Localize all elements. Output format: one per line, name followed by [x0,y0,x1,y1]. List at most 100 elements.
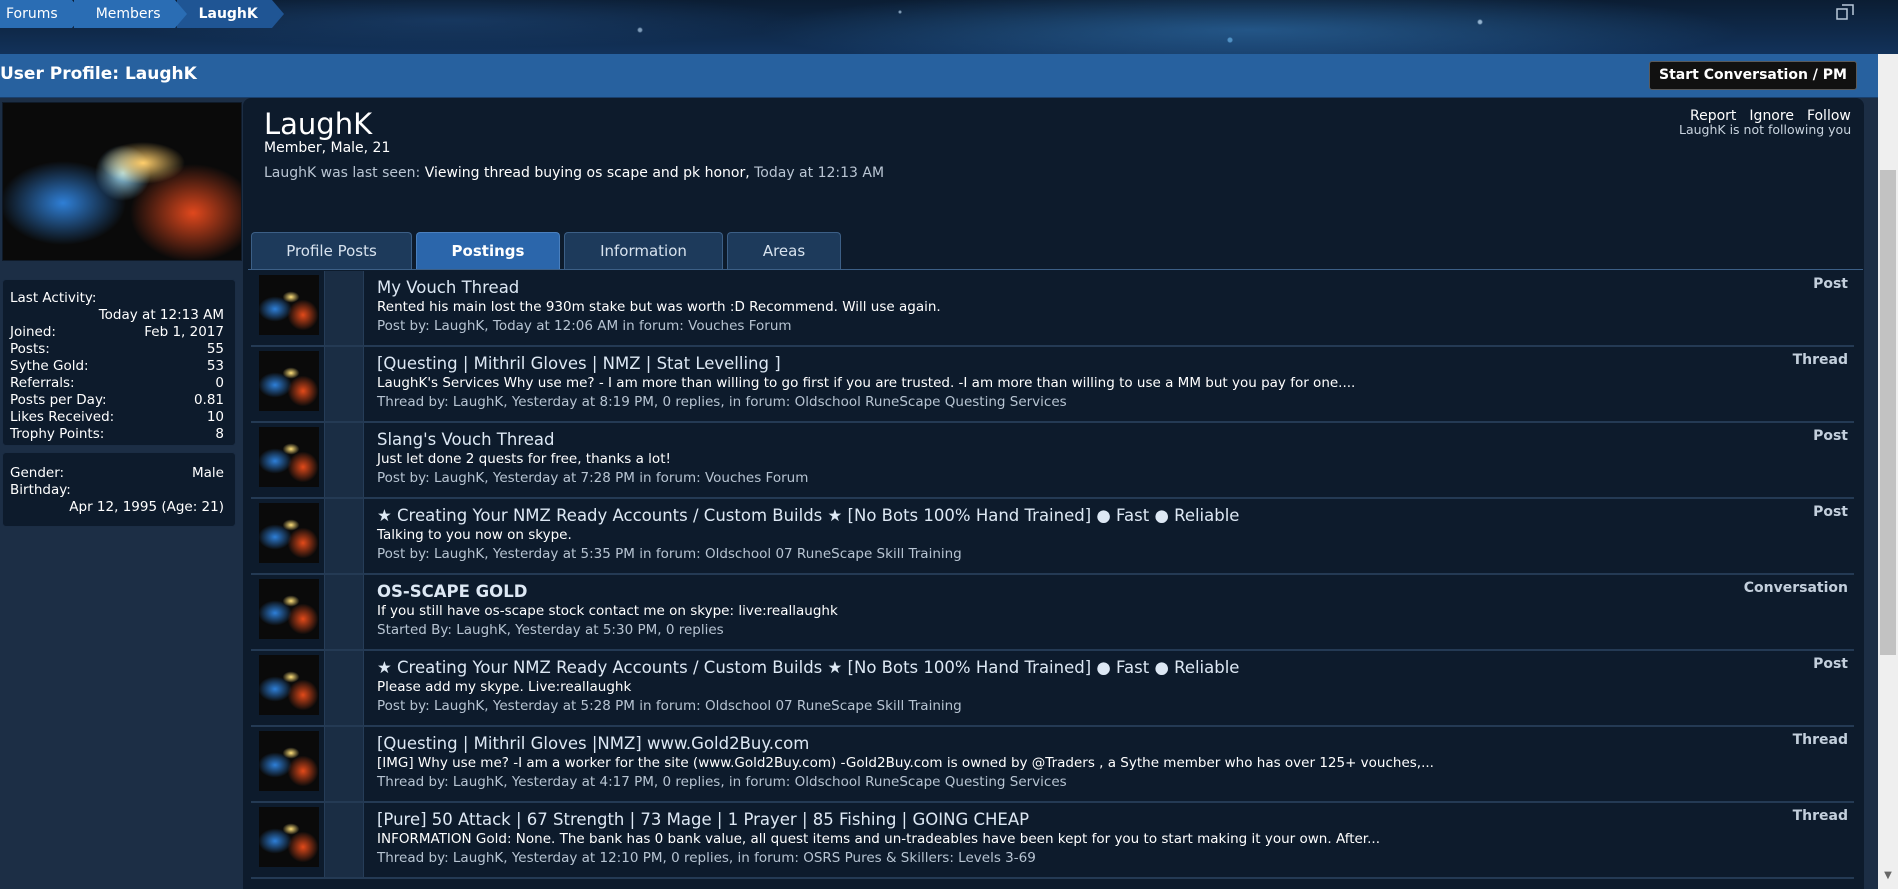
stat-value: 53 [206,358,224,374]
posting-snippet: Please add my skype. Live:reallaughk [377,679,632,695]
posting-title-link[interactable]: ★ Creating Your NMZ Ready Accounts / Cus… [377,506,1239,525]
stat-label: Posts: [10,341,50,357]
stat-row-likes-received: Likes Received: 10 [10,409,224,426]
avatar[interactable] [259,655,319,715]
posting-title-link[interactable]: [Questing | Mithril Gloves | NMZ | Stat … [377,354,781,373]
list-item[interactable]: [Pure] 50 Attack | 67 Strength | 73 Mage… [251,803,1854,879]
avatar[interactable] [259,731,319,791]
posting-title-link[interactable]: [Questing | Mithril Gloves |NMZ] www.Gol… [377,734,809,753]
avatar[interactable] [259,427,319,487]
list-item[interactable]: OS-SCAPE GOLD If you still have os-scape… [251,575,1854,651]
posting-title-link[interactable]: Slang's Vouch Thread [377,430,555,449]
page-title-bar: User Profile: LaughK [0,54,1878,98]
posting-title-link[interactable]: OS-SCAPE GOLD [377,582,527,601]
stat-value[interactable]: 55 [207,341,224,357]
posting-snippet: If you still have os-scape stock contact… [377,603,838,619]
posting-meta: Thread by: LaughK, Yesterday at 8:19 PM,… [377,394,1067,410]
breadcrumb-forums[interactable]: Forums [0,0,84,28]
info-row-birthday: Birthday: Apr 12, 1995 (Age: 21) [10,482,224,516]
info-value: Male [192,465,224,481]
stat-row-posts: Posts: 55 [10,341,224,358]
breadcrumb: Forums Members LaughK [0,0,284,28]
stat-label: Referrals: [10,375,75,391]
member-stats-panel: Last Activity: Today at 12:13 AM Joined:… [2,279,236,446]
stat-value: 0.81 [193,392,224,408]
posting-title-link[interactable]: [Pure] 50 Attack | 67 Strength | 73 Mage… [377,810,1029,829]
stat-label: Last Activity: [10,290,97,306]
posting-snippet: INFORMATION Gold: None. The bank has 0 b… [377,831,1380,847]
last-seen-action: Viewing thread [424,165,530,181]
info-row-gender: Gender: Male [10,465,224,482]
stat-label: Trophy Points: [10,426,105,442]
stat-row-joined: Joined: Feb 1, 2017 [10,324,224,341]
tab-divider [248,269,1863,270]
posting-type-label: Post [1813,656,1848,672]
member-info-panel: Gender: Male Birthday: Apr 12, 1995 (Age… [2,452,236,527]
list-item[interactable]: ★ Creating Your NMZ Ready Accounts / Cus… [251,499,1854,575]
list-item[interactable]: ★ Creating Your NMZ Ready Accounts / Cus… [251,651,1854,727]
profile-username: LaughK [264,107,373,141]
posting-meta: Post by: LaughK, Yesterday at 5:28 PM in… [377,698,962,714]
list-item[interactable]: [Questing | Mithril Gloves | NMZ | Stat … [251,347,1854,423]
last-seen-time: Today at 12:13 AM [754,165,885,181]
avatar[interactable] [259,579,319,639]
posting-type-label: Thread [1792,352,1848,368]
posting-type-label: Thread [1792,808,1848,824]
posting-type-label: Thread [1792,732,1848,748]
tab-profile-posts[interactable]: Profile Posts [251,232,412,270]
avatar[interactable] [259,351,319,411]
tab-postings[interactable]: Postings [416,232,560,270]
item-divider [324,575,364,649]
stat-row-trophy-points: Trophy Points: 8 [10,426,224,443]
item-divider [324,803,364,877]
tab-areas[interactable]: Areas [727,232,841,270]
tab-information[interactable]: Information [564,232,723,270]
scrollbar-thumb[interactable] [1880,170,1896,655]
posting-meta: Thread by: LaughK, Yesterday at 4:17 PM,… [377,774,1067,790]
stat-row-last-activity: Last Activity: Today at 12:13 AM [10,290,224,324]
item-divider [324,347,364,421]
list-item[interactable]: Slang's Vouch Thread Just let done 2 que… [251,423,1854,499]
breadcrumb-current[interactable]: LaughK [176,0,284,28]
scroll-down-icon[interactable]: ▼ [1878,866,1898,886]
breadcrumb-members[interactable]: Members [73,0,187,28]
stat-label: Likes Received: [10,409,115,425]
info-value: Apr 12, 1995 (Age: 21) [69,499,224,515]
stat-value[interactable]: 8 [215,426,224,442]
maximize-icon[interactable] [1836,4,1854,20]
stat-value: 10 [206,409,224,425]
avatar[interactable] [2,102,242,261]
list-item[interactable]: [Questing | Mithril Gloves |NMZ] www.Gol… [251,727,1854,803]
posting-meta: Post by: LaughK, Yesterday at 7:28 PM in… [377,470,809,486]
posting-snippet: LaughK's Services Why use me? - I am mor… [377,375,1356,391]
info-label: Gender: [10,465,65,481]
posting-snippet: Just let done 2 quests for free, thanks … [377,451,671,467]
item-divider [324,727,364,801]
stat-value: Today at 12:13 AM [98,307,224,323]
avatar[interactable] [259,503,319,563]
posting-title-link[interactable]: ★ Creating Your NMZ Ready Accounts / Cus… [377,658,1239,677]
last-seen-thread-link[interactable]: buying os scape and pk honor, [534,165,749,181]
last-seen-prefix: LaughK was last seen: [264,165,421,181]
posting-snippet: Talking to you now on skype. [377,527,572,543]
posting-title-link[interactable]: My Vouch Thread [377,278,519,297]
item-divider [324,651,364,725]
posting-meta: Post by: LaughK, Today at 12:06 AM in fo… [377,318,792,334]
avatar[interactable] [259,275,319,335]
start-conversation-button[interactable]: Start Conversation / PM [1649,61,1857,90]
list-item[interactable]: My Vouch Thread Rented his main lost the… [251,271,1854,347]
posting-meta: Started By: LaughK, Yesterday at 5:30 PM… [377,622,724,638]
posting-meta: Post by: LaughK, Yesterday at 5:35 PM in… [377,546,962,562]
stat-value: Feb 1, 2017 [144,324,224,340]
stat-label: Sythe Gold: [10,358,89,374]
page-title: User Profile: LaughK [0,64,197,84]
stat-row-sythe-gold: Sythe Gold: 53 [10,358,224,375]
stat-row-posts-per-day: Posts per Day: 0.81 [10,392,224,409]
posting-type-label: Post [1813,428,1848,444]
posting-meta: Thread by: LaughK, Yesterday at 12:10 PM… [377,850,1036,866]
site-header-banner [0,0,1898,54]
posting-snippet: Rented his main lost the 930m stake but … [377,299,941,315]
stat-label: Joined: [10,324,56,340]
avatar[interactable] [259,807,319,867]
postings-list: My Vouch Thread Rented his main lost the… [251,271,1854,879]
